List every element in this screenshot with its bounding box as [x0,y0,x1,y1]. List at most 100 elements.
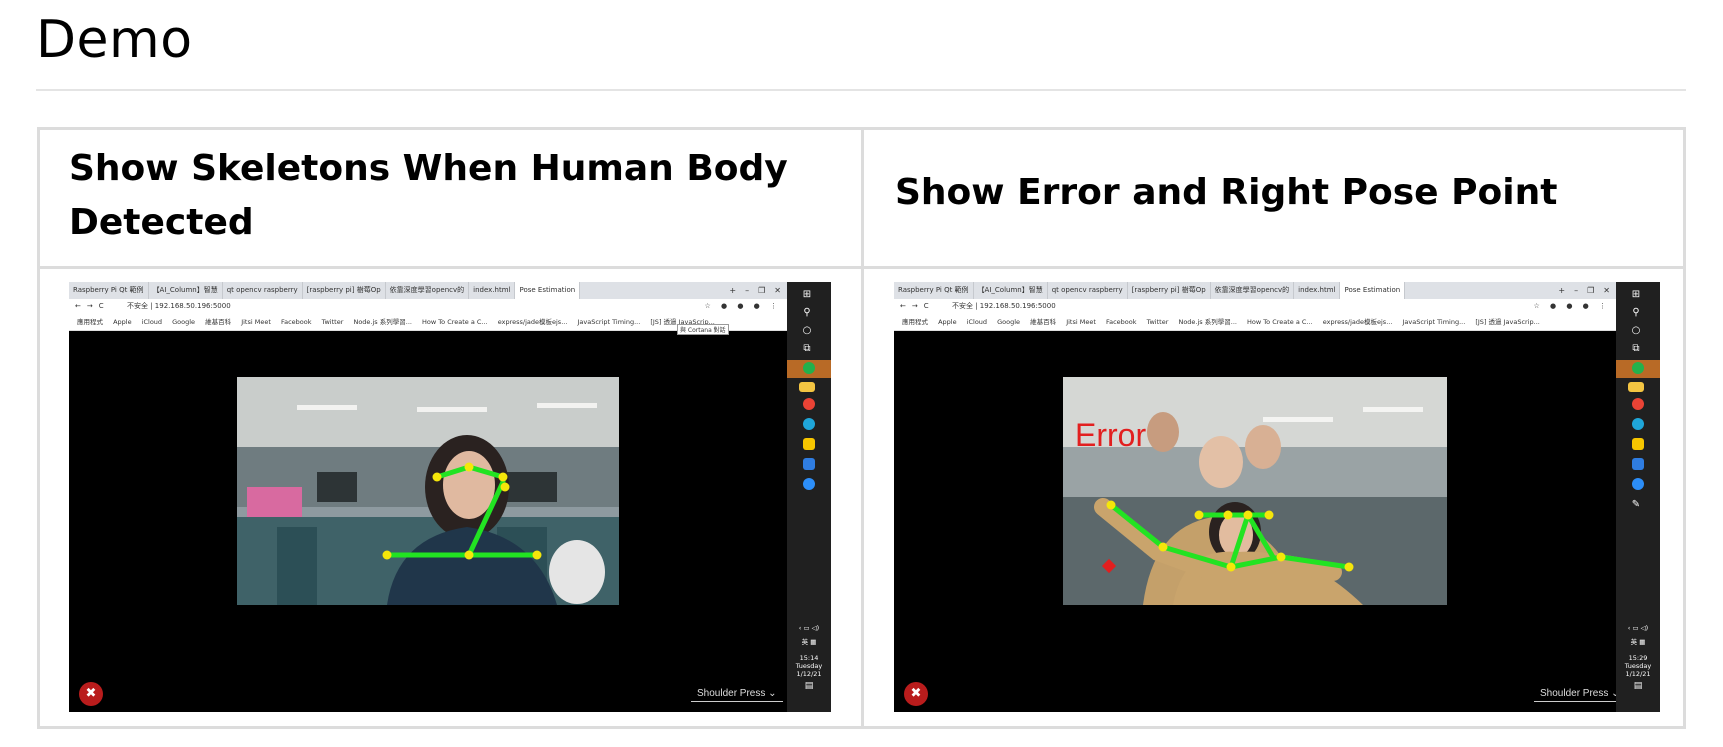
address-url: 不安全 | 192.168.50.196:5000 [127,302,231,310]
bookmark: express/jade模板ejs... [1322,318,1393,326]
edge-icon [1632,418,1644,430]
browser-tab-active: Pose Estimation [1340,282,1406,299]
browser-tab: index.html [469,282,516,299]
nav-arrows-icon: ←→C [75,302,110,310]
chrome-icon [1632,398,1644,410]
clock-time: 15:14 [799,654,819,662]
clock-day: Tuesday [1624,662,1652,670]
windows-taskbar: ⊞ ⚲ ○ ⧉ ✎ ‹ ▭ ◁) 英 ▦ 15:29 Tuesday 1/12/… [1616,282,1660,712]
bookmark: 應用程式 [77,318,103,326]
line-app-icon [803,362,815,374]
file-explorer-icon [1628,382,1644,392]
bookmark: Google [997,318,1021,326]
paint-icon: ✎ [1631,499,1641,510]
bookmark: 應用程式 [902,318,928,326]
notification-icon: ▤ [804,681,814,691]
bookmark: JavaScript Timing... [577,318,641,326]
bookmark: How To Create a C... [1247,318,1313,326]
exercise-select[interactable]: Shoulder Press ⌄ [691,688,783,702]
page-heading: Demo [36,10,193,70]
chrome-icon [803,398,815,410]
bookmark: Facebook [1105,318,1137,326]
demo-table: Show Skeletons When Human Body Detected … [37,127,1686,729]
browser-tab: 依靠深度學習opencv的 [386,282,470,299]
skeleton-overlay [382,462,542,560]
browser-tab: Raspberry Pi Qt 範例 [69,282,149,299]
browser-tab-bar: Raspberry Pi Qt 範例 【AI_Column】智慧 qt open… [894,282,1616,299]
messenger-icon [803,478,815,490]
exercise-select[interactable]: Shoulder Press ⌄ [1534,688,1626,702]
close-icon[interactable]: ✖ [79,682,103,706]
header-divider [40,266,1683,269]
bookmark: iCloud [966,318,988,326]
cortana-icon: ○ [802,325,812,336]
browser-tab-bar: Raspberry Pi Qt 範例 【AI_Column】智慧 qt open… [69,282,787,299]
camera-feed-group: Error [1063,377,1447,605]
skeleton-overlay [1101,500,1354,574]
window-controls: + – ❐ ✕ [729,286,781,295]
vscode-icon [1632,458,1644,470]
bookmark: JavaScript Timing... [1402,318,1466,326]
address-url: 不安全 | 192.168.50.196:5000 [952,302,1056,310]
ime-icon: 英 ▦ [801,638,817,646]
screenshot-error-demo: Raspberry Pi Qt 範例 【AI_Column】智慧 qt open… [894,282,1660,712]
browser-tab: [raspberry pi] 樹莓Op [1128,282,1211,299]
extensions-icon: ☆ ● ● ● ⋮ [1533,302,1610,310]
bookmark: Node.js 系列學習... [1178,318,1237,326]
sticky-notes-icon [1632,438,1644,450]
exercise-select-value: Shoulder Press [1540,688,1609,699]
bookmark: How To Create a C... [422,318,488,326]
vscode-icon [803,458,815,470]
extensions-icon: ☆ ● ● ● ⋮ [704,302,781,310]
search-icon: ⚲ [803,307,811,318]
bookmark: Facebook [280,318,312,326]
windows-taskbar: ⊞ ⚲ ○ ⧉ ‹ ▭ ◁) 英 ▦ 15:14 Tuesday 1/12/21… [787,282,831,712]
tray-icons: ‹ ▭ ◁) [798,624,820,632]
bookmark: Apple [938,318,957,326]
browser-tab: Raspberry Pi Qt 範例 [894,282,974,299]
address-bar: ←→C 不安全 | 192.168.50.196:5000 ☆ ● ● ● ⋮ [894,299,1616,314]
clock-day: Tuesday [795,662,823,670]
heading-divider [36,89,1686,91]
bookmark: Google [172,318,196,326]
screenshot-skeleton-demo: Raspberry Pi Qt 範例 【AI_Column】智慧 qt open… [69,282,831,712]
nav-arrows-icon: ←→C [900,302,935,310]
search-icon: ⚲ [1632,307,1640,318]
error-point-marker [1101,558,1117,574]
windows-start-icon: ⊞ [802,289,812,300]
bookmarks-bar: 應用程式 Apple iCloud Google 維基百科 Jitsi Meet… [894,314,1616,331]
bookmark: Twitter [321,318,344,326]
bookmark: iCloud [141,318,163,326]
bookmark: Jitsi Meet [241,318,271,326]
bookmark: Apple [113,318,132,326]
window-controls: + – ❐ ✕ [1558,286,1610,295]
column-header-skeletons: Show Skeletons When Human Body Detected [69,148,788,243]
camera-feed-classroom [237,377,619,605]
browser-tab: qt opencv raspberry [1048,282,1128,299]
notification-icon: ▤ [1633,681,1643,691]
messenger-icon [1632,478,1644,490]
close-icon[interactable]: ✖ [904,682,928,706]
address-bar: ←→C 不安全 | 192.168.50.196:5000 ☆ ● ● ● ⋮ [69,299,787,314]
column-header-error-pose: Show Error and Right Pose Point [895,172,1558,213]
bookmark: Twitter [1146,318,1169,326]
bookmark: 維基百科 [205,318,232,326]
task-view-icon: ⧉ [1632,343,1640,354]
browser-tab-active: Pose Estimation [515,282,581,299]
column-divider [861,130,864,726]
exercise-select-value: Shoulder Press [697,688,766,699]
sticky-notes-icon [803,438,815,450]
windows-start-icon: ⊞ [1631,289,1641,300]
edge-icon [803,418,815,430]
browser-tab: 依靠深度學習opencv的 [1211,282,1295,299]
clock-date: 1/12/21 [796,670,822,678]
line-app-icon [1632,362,1644,374]
bookmark: Jitsi Meet [1066,318,1096,326]
browser-tab: index.html [1294,282,1341,299]
browser-tab: [raspberry pi] 樹莓Op [303,282,386,299]
browser-tab: 【AI_Column】智慧 [149,282,223,299]
bookmark: [JS] 透過 JavaScrip... [1475,318,1540,326]
browser-tab: qt opencv raspberry [223,282,303,299]
bookmark: 維基百科 [1030,318,1057,326]
task-view-icon: ⧉ [803,343,811,354]
